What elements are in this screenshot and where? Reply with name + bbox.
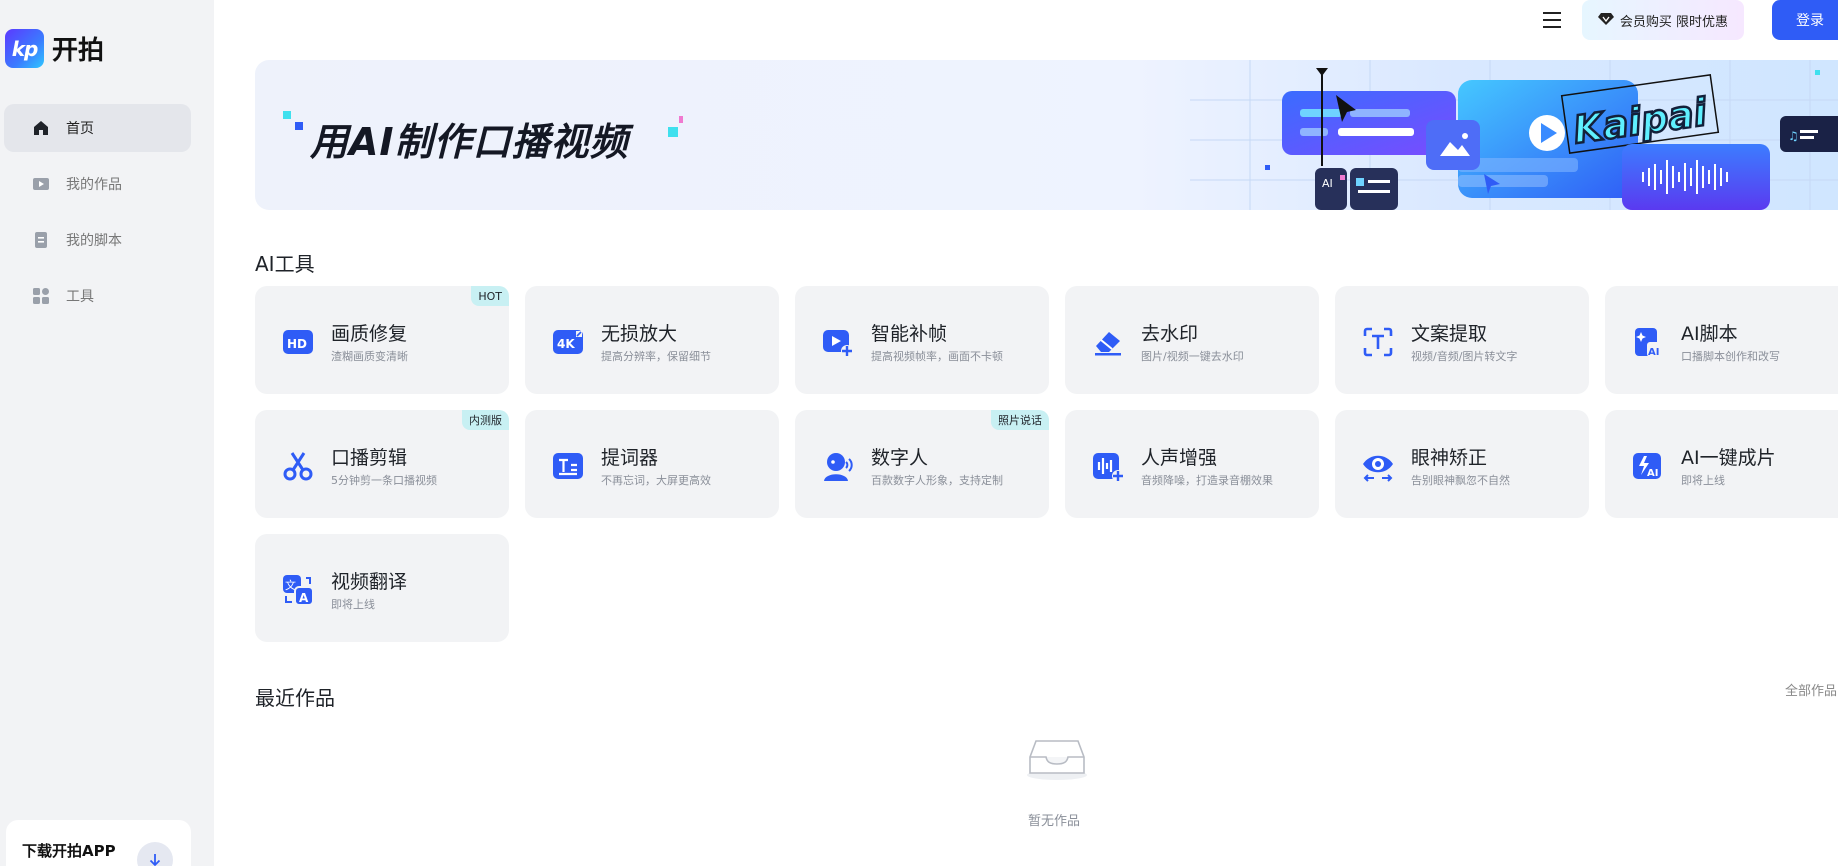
tool-desc: 提高分辨率，保留细节: [601, 350, 711, 363]
recent-section-title: 最近作品: [255, 686, 335, 710]
tool-name: 无损放大: [601, 323, 678, 345]
translate-icon: 文A: [283, 575, 314, 606]
svg-text:AI: AI: [1322, 177, 1333, 190]
svg-text:HD: HD: [287, 337, 307, 351]
scissors-icon: [283, 452, 313, 481]
tool-card-eye-correct[interactable]: 眼神矫正 告别眼神飘忽不自然: [1335, 410, 1589, 518]
svg-text:AI: AI: [1647, 468, 1658, 479]
tool-name: 文案提取: [1411, 323, 1488, 345]
tool-desc: 渣糊画质变清晰: [331, 350, 408, 363]
tool-name: 画质修复: [331, 323, 408, 345]
tool-desc: 5分钟剪一条口播视频: [331, 474, 437, 487]
video-icon: [31, 174, 51, 194]
tool-card-frame-interp[interactable]: 智能补帧 提高视频帧率，画面不卡顿: [795, 286, 1049, 394]
svg-text:AI: AI: [1648, 347, 1659, 358]
badge-beta: 内测版: [462, 410, 509, 430]
diamond-icon: [1597, 11, 1614, 30]
sidebar-item-scripts[interactable]: 我的脚本: [4, 216, 191, 264]
tool-name: 人声增强: [1141, 447, 1218, 469]
sidebar-item-label: 首页: [66, 121, 94, 137]
hd-icon: HD: [283, 330, 313, 354]
tool-desc: 即将上线: [331, 598, 375, 611]
download-app-label: 下载开拍APP: [22, 842, 116, 860]
tool-card-teleprompter[interactable]: 提词器 不再忘词，大屏更高效: [525, 410, 779, 518]
menu-icon[interactable]: [1540, 8, 1564, 32]
tool-desc: 提高视频帧率，画面不卡顿: [871, 350, 1003, 363]
tool-name: 口播剪辑: [331, 447, 408, 469]
tool-desc: 音频降噪，打造录音棚效果: [1141, 474, 1273, 487]
tool-desc: 即将上线: [1681, 474, 1725, 487]
tool-card-video-translate[interactable]: 文A 视频翻译 即将上线: [255, 534, 509, 642]
logo[interactable]: kp 开拍: [5, 29, 104, 68]
svg-text:♫: ♫: [1788, 129, 1799, 143]
tool-name: 眼神矫正: [1411, 447, 1488, 469]
all-works-link[interactable]: 全部作品: [1785, 680, 1837, 699]
banner-title: 用AI制作口播视频: [310, 120, 629, 164]
eraser-icon: [1095, 332, 1121, 356]
logo-text: 开拍: [52, 36, 105, 66]
badge-hot: HOT: [471, 286, 509, 306]
empty-inbox-icon: [1027, 740, 1087, 780]
tool-name: AI脚本: [1681, 323, 1738, 345]
promo-banner[interactable]: 用AI制作口播视频 AI Kaipai ♫: [255, 60, 1838, 210]
script-icon: [31, 230, 51, 250]
tool-card-ai-script[interactable]: AI AI脚本 口播脚本创作和改写: [1605, 286, 1838, 394]
sidebar-item-label: 我的脚本: [66, 233, 122, 249]
tool-name: 智能补帧: [871, 323, 948, 345]
sidebar-nav: 首页 我的作品 我的脚本 工具: [4, 104, 191, 328]
badge-photo-talk: 照片说话: [991, 410, 1049, 430]
sidebar-item-works[interactable]: 我的作品: [4, 160, 191, 208]
vip-label: 会员购买 限时优惠: [1619, 14, 1729, 30]
ai-script-icon: AI: [1635, 328, 1663, 358]
banner-illustration: AI Kaipai ♫: [1190, 60, 1838, 210]
sidebar-item-tools[interactable]: 工具: [4, 272, 191, 320]
voice-icon: [1093, 453, 1124, 482]
grid-icon: [31, 286, 51, 306]
tool-name: 视频翻译: [331, 571, 408, 593]
avatar-icon: [824, 453, 853, 481]
home-icon: [31, 118, 51, 138]
tool-card-upscale[interactable]: 4K 无损放大 提高分辨率，保留细节: [525, 286, 779, 394]
tool-desc: 不再忘词，大屏更高效: [601, 474, 711, 487]
tool-card-watermark-remove[interactable]: 去水印 图片/视频一键去水印: [1065, 286, 1319, 394]
download-arrow-icon[interactable]: [137, 842, 173, 866]
text-extract-icon: [1363, 327, 1393, 357]
eye-icon: [1363, 455, 1393, 482]
logo-mark-icon: kp: [5, 29, 44, 68]
login-button[interactable]: 登录: [1772, 0, 1838, 40]
tool-desc: 视频/音频/图片转文字: [1411, 350, 1518, 363]
tool-name: 数字人: [871, 447, 929, 469]
ai-film-icon: AI: [1633, 453, 1661, 479]
tool-name: 提词器: [601, 447, 659, 469]
sidebar-item-label: 工具: [66, 289, 94, 305]
teleprompter-icon: [553, 453, 583, 479]
frame-icon: [823, 330, 853, 357]
tool-card-quality-repair[interactable]: HOT HD 画质修复 渣糊画质变清晰: [255, 286, 509, 394]
sidebar-item-home[interactable]: 首页: [4, 104, 191, 152]
tool-name: 去水印: [1141, 323, 1199, 345]
svg-text:A: A: [299, 591, 309, 605]
download-app-card[interactable]: 下载开拍APP: [6, 820, 191, 866]
tool-desc: 图片/视频一键去水印: [1141, 350, 1244, 363]
tool-card-ai-film[interactable]: AI AI一键成片 即将上线: [1605, 410, 1838, 518]
tools-section-title: AI工具: [255, 252, 315, 276]
empty-state-text: 暂无作品: [1028, 814, 1081, 829]
tool-name: AI一键成片: [1681, 447, 1776, 469]
tool-desc: 告别眼神飘忽不自然: [1411, 474, 1510, 487]
tool-card-voice-enhance[interactable]: 人声增强 音频降噪，打造录音棚效果: [1065, 410, 1319, 518]
sidebar: kp 开拍 首页 我的作品 我的脚本 工具 下载开拍APP: [0, 0, 214, 866]
svg-text:4K: 4K: [557, 337, 575, 351]
sidebar-item-label: 我的作品: [66, 177, 122, 193]
app-root: kp 开拍 首页 我的作品 我的脚本 工具 下载开拍APP 会员购买 限时优惠 …: [0, 0, 1838, 866]
tool-card-talk-edit[interactable]: 内测版 口播剪辑 5分钟剪一条口播视频: [255, 410, 509, 518]
vip-purchase-button[interactable]: 会员购买 限时优惠: [1582, 0, 1744, 40]
tool-desc: 口播脚本创作和改写: [1681, 350, 1780, 363]
4k-icon: 4K: [553, 330, 583, 354]
tool-desc: 百款数字人形象，支持定制: [871, 474, 1003, 487]
tool-card-text-extract[interactable]: 文案提取 视频/音频/图片转文字: [1335, 286, 1589, 394]
tool-card-digital-human[interactable]: 照片说话 数字人 百款数字人形象，支持定制: [795, 410, 1049, 518]
